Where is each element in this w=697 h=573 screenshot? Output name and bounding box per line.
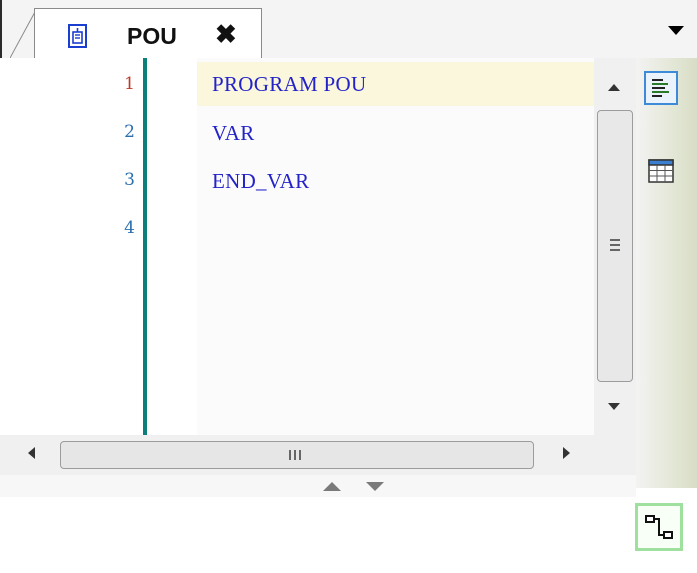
tab-title: POU (127, 23, 177, 49)
grip-icon (610, 239, 620, 253)
chevron-down-icon[interactable] (668, 26, 684, 35)
line-number-gutter: 1 2 3 4 (0, 58, 143, 435)
folding-margin (147, 58, 197, 435)
scroll-up-arrow-icon[interactable] (608, 84, 620, 91)
tab-strip: POU ✖ (0, 0, 697, 59)
textual-view-icon (652, 79, 669, 97)
code-editor[interactable]: 1 2 3 4 PROGRAM POU VAR END_VAR (0, 58, 640, 435)
line-number: 1 (124, 74, 135, 94)
textual-view-button[interactable] (644, 71, 678, 105)
code-area[interactable]: PROGRAM POU VAR END_VAR (197, 58, 594, 435)
code-line[interactable]: END_VAR (212, 169, 309, 194)
line-number: 3 (124, 170, 135, 190)
code-line[interactable]: VAR (212, 121, 255, 146)
collapse-up-arrow-icon[interactable] (323, 482, 341, 491)
horizontal-scroll-thumb[interactable] (60, 441, 534, 469)
expand-down-arrow-icon[interactable] (366, 482, 384, 491)
view-switch-bar (636, 58, 697, 488)
tab-close-icon[interactable]: ✖ (215, 21, 237, 47)
implementation-pane[interactable] (0, 497, 697, 573)
scroll-down-arrow-icon[interactable] (608, 403, 620, 410)
scroll-left-arrow-icon[interactable] (28, 447, 35, 459)
network-connection-button[interactable] (635, 503, 683, 551)
grip-icon (289, 450, 303, 460)
vertical-scrollbar[interactable] (594, 58, 636, 435)
horizontal-scrollbar[interactable] (0, 435, 594, 475)
tabular-view-button[interactable] (644, 154, 678, 188)
tab-pou[interactable]: POU ✖ (34, 8, 262, 58)
pou-document-icon (68, 24, 87, 48)
scroll-right-arrow-icon[interactable] (563, 447, 570, 459)
tabular-view-icon (648, 159, 674, 183)
pane-splitter[interactable] (0, 475, 636, 498)
vertical-scroll-thumb[interactable] (597, 110, 633, 382)
scrollbar-corner (594, 435, 636, 475)
code-line[interactable]: PROGRAM POU (212, 72, 366, 97)
line-number: 2 (124, 122, 135, 142)
line-number: 4 (124, 218, 135, 238)
network-connection-icon (645, 515, 673, 539)
editor-window: POU ✖ 1 2 3 4 PROGRAM POU VAR END_VAR (0, 0, 697, 573)
